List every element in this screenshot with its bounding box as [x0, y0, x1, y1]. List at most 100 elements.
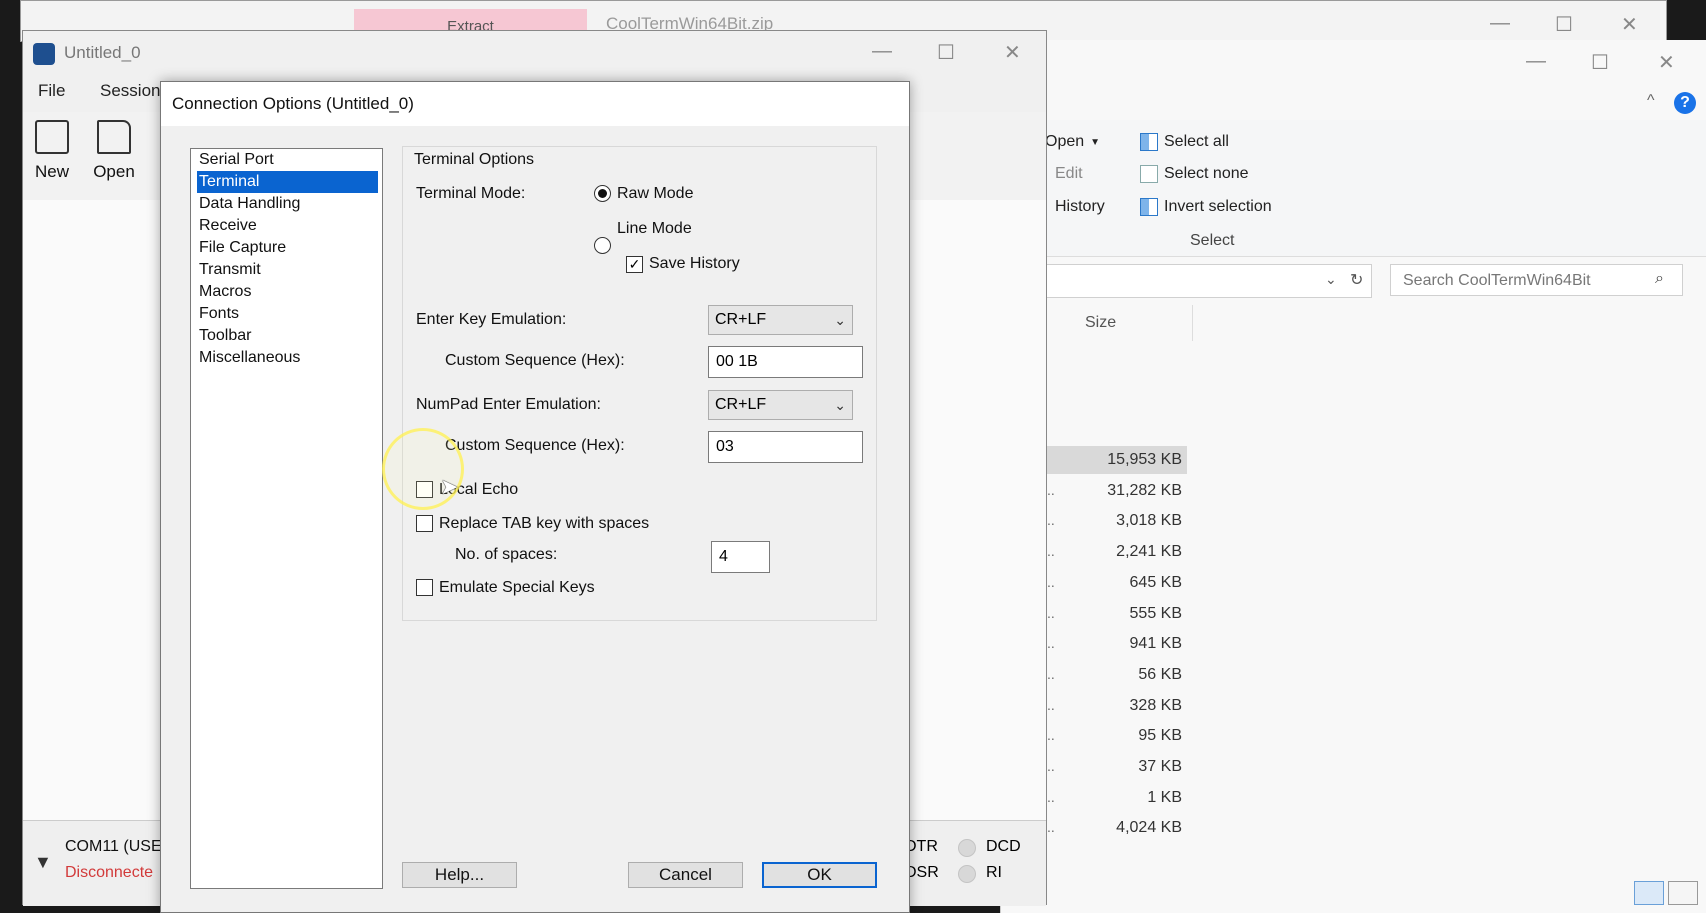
nav-toolbar[interactable]: Toolbar [197, 325, 378, 347]
truncated-name-cell[interactable]: .. [1047, 512, 1055, 528]
file-size-cell[interactable]: 941 KB [1087, 635, 1182, 653]
truncated-name-cell[interactable]: .. [1047, 666, 1055, 682]
save-history-checkbox[interactable]: ✓ [626, 256, 643, 273]
ribbon-open-button[interactable]: Open ▼ [1045, 133, 1100, 151]
truncated-name-cell[interactable]: .. [1047, 574, 1055, 590]
file-size-cell[interactable]: 555 KB [1087, 605, 1182, 623]
options-category-list: Serial Port Terminal Data Handling Recei… [190, 148, 383, 889]
select-all-icon [1140, 133, 1158, 151]
search-input[interactable]: Search CoolTermWin64Bit [1390, 264, 1683, 296]
enter-key-select[interactable]: CR+LF ⌄ [708, 305, 853, 335]
raw-mode-label[interactable]: Raw Mode [617, 185, 693, 203]
explorer-maximize-icon[interactable]: ☐ [1591, 50, 1609, 75]
save-history-label[interactable]: Save History [649, 255, 740, 273]
nav-transmit[interactable]: Transmit [197, 259, 378, 281]
nav-terminal[interactable]: Terminal [197, 171, 378, 193]
ri-indicator [958, 865, 976, 883]
expand-triangle-icon[interactable]: ▼ [34, 852, 52, 873]
size-column-header[interactable]: Size [1085, 314, 1116, 332]
menu-file[interactable]: File [38, 81, 65, 101]
nav-fonts[interactable]: Fonts [197, 303, 378, 325]
explorer-minimize-icon[interactable]: — [1526, 50, 1546, 73]
ri-label: RI [986, 864, 1002, 881]
dcd-indicator [958, 839, 976, 857]
coolterm-app-icon [33, 43, 55, 65]
nav-receive[interactable]: Receive [197, 215, 378, 237]
explorer-close-icon[interactable]: ✕ [1658, 50, 1675, 75]
file-size-cell[interactable]: 328 KB [1087, 697, 1182, 715]
refresh-icon[interactable]: ↻ [1350, 270, 1363, 290]
file-size-cell[interactable]: 1 KB [1087, 789, 1182, 807]
help-icon[interactable]: ? [1674, 92, 1696, 114]
coolterm-title: Untitled_0 [64, 43, 141, 62]
line-mode-label[interactable]: Line Mode [617, 220, 692, 238]
numpad-enter-select[interactable]: CR+LF ⌄ [708, 390, 853, 420]
truncated-name-cell[interactable]: .. [1047, 635, 1055, 651]
close-icon[interactable]: ✕ [1621, 12, 1638, 37]
line-mode-radio[interactable] [594, 237, 611, 254]
file-size-cell[interactable]: 3,018 KB [1087, 512, 1182, 530]
num-spaces-label: No. of spaces: [455, 546, 558, 563]
file-size-cell[interactable]: 95 KB [1087, 727, 1182, 745]
select-none-button[interactable]: Select none [1140, 165, 1249, 183]
file-size-cell[interactable]: 2,241 KB [1087, 543, 1182, 561]
enter-custom-seq-input[interactable]: 00 1B [708, 346, 863, 378]
coolterm-maximize-icon[interactable]: ☐ [937, 40, 955, 65]
emulate-special-checkbox[interactable] [416, 579, 433, 596]
menu-session[interactable]: Session [100, 81, 160, 101]
maximize-icon[interactable]: ☐ [1555, 12, 1573, 37]
ok-button[interactable]: OK [762, 862, 877, 888]
tiles-view-icon[interactable] [1668, 881, 1698, 905]
ribbon-history-button[interactable]: History [1055, 198, 1105, 216]
coolterm-close-icon[interactable]: ✕ [1004, 40, 1021, 65]
nav-miscellaneous[interactable]: Miscellaneous [197, 347, 378, 369]
file-size-cell[interactable]: 645 KB [1087, 574, 1182, 592]
chevron-down-icon: ⌄ [834, 312, 846, 328]
truncated-name-cell[interactable]: .. [1047, 819, 1055, 835]
file-size-cell[interactable]: 31,282 KB [1087, 482, 1182, 500]
invert-selection-button[interactable]: Invert selection [1140, 198, 1272, 216]
ribbon-edit-button[interactable]: Edit [1055, 165, 1083, 183]
truncated-name-cell[interactable]: .. [1047, 758, 1055, 774]
nav-data-handling[interactable]: Data Handling [197, 193, 378, 215]
raw-mode-radio[interactable] [594, 185, 611, 202]
chevron-down-icon: ⌄ [834, 397, 846, 413]
address-dropdown-icon[interactable]: ⌄ [1325, 271, 1337, 288]
details-view-icon[interactable] [1634, 881, 1664, 905]
address-bar[interactable] [1030, 264, 1372, 298]
numpad-enter-label: NumPad Enter Emulation: [416, 396, 601, 413]
minimize-icon[interactable]: — [1490, 12, 1510, 35]
help-button[interactable]: Help... [402, 862, 517, 888]
file-size-cell[interactable]: 56 KB [1087, 666, 1182, 684]
new-button[interactable]: New [22, 120, 82, 182]
replace-tab-checkbox[interactable] [416, 515, 433, 532]
truncated-name-cell[interactable]: .. [1047, 789, 1055, 805]
nav-serial-port[interactable]: Serial Port [197, 149, 378, 171]
emulate-special-label[interactable]: Emulate Special Keys [439, 579, 595, 597]
nav-macros[interactable]: Macros [197, 281, 378, 303]
numpad-custom-seq-label: Custom Sequence (Hex): [445, 437, 625, 454]
search-icon: ⌕ [1655, 270, 1664, 287]
nav-file-capture[interactable]: File Capture [197, 237, 378, 259]
open-button[interactable]: Open [84, 120, 144, 182]
truncated-name-cell[interactable]: .. [1047, 482, 1055, 498]
replace-tab-label[interactable]: Replace TAB key with spaces [439, 515, 649, 533]
new-file-icon [35, 120, 69, 154]
truncated-name-cell[interactable]: .. [1047, 605, 1055, 621]
truncated-name-cell[interactable]: .. [1047, 697, 1055, 713]
file-size-cell[interactable]: 15,953 KB [1087, 451, 1182, 469]
truncated-name-cell[interactable]: .. [1047, 727, 1055, 743]
invert-selection-icon [1140, 198, 1158, 216]
collapse-ribbon-icon[interactable]: ^ [1647, 92, 1655, 110]
file-size-cell[interactable]: 37 KB [1087, 758, 1182, 776]
select-none-icon [1140, 165, 1158, 183]
truncated-name-cell[interactable]: .. [1047, 543, 1055, 559]
cancel-button[interactable]: Cancel [628, 862, 743, 888]
file-size-cell[interactable]: 4,024 KB [1087, 819, 1182, 837]
column-divider [1192, 305, 1193, 341]
coolterm-minimize-icon[interactable]: — [872, 40, 892, 63]
numpad-custom-seq-input[interactable]: 03 [708, 431, 863, 463]
select-all-button[interactable]: Select all [1140, 133, 1229, 151]
enter-key-label: Enter Key Emulation: [416, 311, 567, 328]
num-spaces-input[interactable]: 4 [711, 541, 770, 573]
